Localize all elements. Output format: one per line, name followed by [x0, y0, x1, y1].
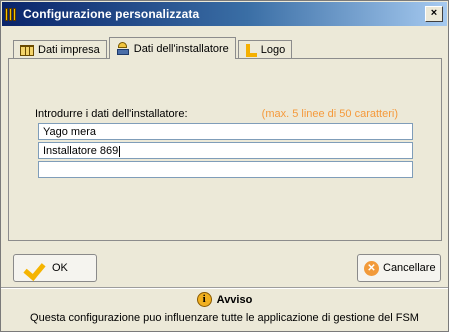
app-icon	[5, 7, 19, 22]
tab-dati-impresa[interactable]: Dati impresa	[13, 40, 107, 59]
tab-bar: Dati impresa Dati dell'installatore Logo	[13, 37, 294, 59]
close-button[interactable]: ×	[425, 6, 443, 22]
installer-icon	[116, 42, 130, 55]
divider	[1, 287, 448, 289]
config-dialog: Configurazione personalizzata × Dati imp…	[0, 0, 449, 332]
installer-lines: Yago mera Installatore 869	[38, 123, 413, 180]
installer-line-3[interactable]	[38, 161, 413, 178]
checkmark-icon	[22, 259, 44, 277]
notice-title: Avviso	[216, 293, 253, 306]
installer-data-label: Introdurre i dati dell'installatore:	[35, 108, 188, 120]
ok-button[interactable]: OK	[13, 254, 97, 282]
tab-dati-installatore[interactable]: Dati dell'installatore	[108, 37, 236, 59]
cancel-button[interactable]: ✕ Cancellare	[357, 254, 441, 282]
installer-line-2[interactable]: Installatore 869	[38, 142, 413, 159]
grid-icon	[20, 44, 34, 56]
tab-label: Logo	[260, 44, 286, 56]
tab-label: Dati impresa	[38, 44, 100, 56]
window-title: Configurazione personalizzata	[23, 7, 200, 21]
installer-line-1[interactable]: Yago mera	[38, 123, 413, 140]
notice-heading: i Avviso	[1, 292, 448, 307]
tab-label: Dati dell'installatore	[133, 42, 229, 55]
title-bar[interactable]: Configurazione personalizzata ×	[2, 2, 447, 26]
tab-logo[interactable]: Logo	[237, 40, 293, 59]
max-lines-hint: (max. 5 linee di 50 caratteri)	[261, 108, 398, 120]
cancel-label: Cancellare	[383, 262, 436, 274]
logo-icon	[245, 43, 257, 57]
ok-label: OK	[52, 262, 68, 274]
cancel-icon: ✕	[364, 260, 379, 276]
notice-text: Questa configurazione puo influenzare tu…	[30, 312, 419, 324]
info-icon: i	[196, 292, 212, 307]
